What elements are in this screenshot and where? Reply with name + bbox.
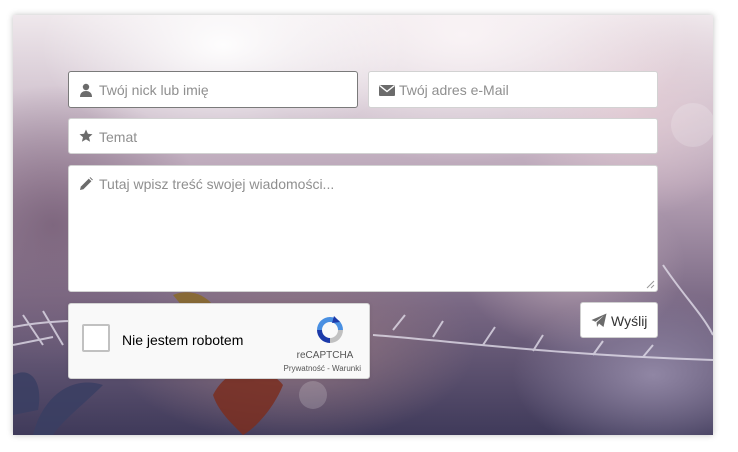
name-placeholder: Twój nick lub imię xyxy=(99,82,209,98)
subject-placeholder: Temat xyxy=(99,129,138,145)
recaptcha-privacy-terms-link[interactable]: Prywatność - Warunki xyxy=(269,364,362,373)
recaptcha-checkbox[interactable] xyxy=(82,324,110,352)
pencil-icon xyxy=(80,177,93,190)
send-button[interactable]: Wyślij xyxy=(580,302,658,338)
recaptcha-logo-icon xyxy=(317,316,343,343)
recaptcha-brand: reCAPTCHA xyxy=(296,350,354,361)
contact-form-panel: Twój nick lub imię Twój adres e-Mail Tem… xyxy=(13,15,713,435)
envelope-icon xyxy=(379,84,395,96)
message-field[interactable]: Tutaj wpisz treść swojej wiadomości... xyxy=(68,165,658,292)
paper-plane-icon xyxy=(591,313,607,327)
resize-handle-icon[interactable] xyxy=(646,280,655,289)
email-field[interactable]: Twój adres e-Mail xyxy=(368,71,658,108)
user-icon xyxy=(80,83,92,97)
name-field[interactable]: Twój nick lub imię xyxy=(68,71,358,108)
star-icon xyxy=(79,129,93,142)
send-button-label: Wyślij xyxy=(611,313,648,329)
recaptcha-label: Nie jestem robotem xyxy=(122,332,244,348)
message-placeholder: Tutaj wpisz treść swojej wiadomości... xyxy=(99,176,335,192)
recaptcha-widget: Nie jestem robotem reCAPTCHA Prywatność … xyxy=(68,303,370,379)
email-placeholder: Twój adres e-Mail xyxy=(399,82,509,98)
subject-field[interactable]: Temat xyxy=(68,118,658,154)
